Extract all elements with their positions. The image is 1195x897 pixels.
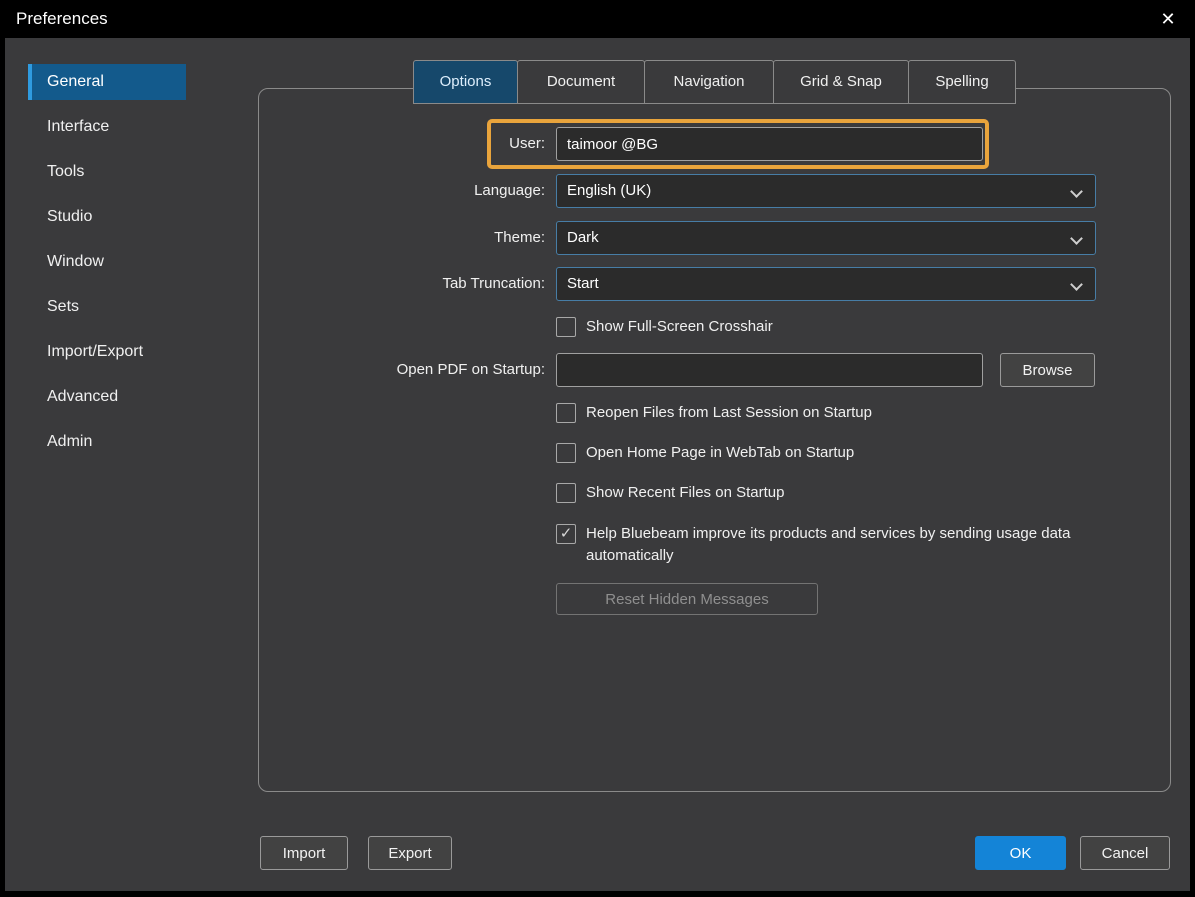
language-select[interactable]: English (UK) <box>556 174 1096 208</box>
sidebar-item-import-export[interactable]: Import/Export <box>28 334 186 370</box>
sidebar-item-general[interactable]: General <box>28 64 186 100</box>
preferences-dialog: Preferences ✕ General Interface Tools St… <box>0 0 1195 897</box>
tab-document[interactable]: Document <box>517 60 645 104</box>
theme-select[interactable]: Dark <box>556 221 1096 255</box>
import-button[interactable]: Import <box>260 836 348 870</box>
chevron-down-icon <box>1070 232 1083 245</box>
sidebar-item-admin[interactable]: Admin <box>28 424 186 460</box>
close-icon[interactable]: ✕ <box>1147 0 1189 38</box>
window-titlebar: Preferences ✕ <box>0 0 1195 38</box>
reset-hidden-messages-button[interactable]: Reset Hidden Messages <box>556 583 818 615</box>
open-home-checkbox[interactable] <box>556 443 576 463</box>
browse-button[interactable]: Browse <box>1000 353 1095 387</box>
window-title: Preferences <box>16 0 108 38</box>
usage-data-checkbox[interactable]: ✓ <box>556 524 576 544</box>
tab-truncation-label: Tab Truncation: <box>280 267 545 301</box>
tab-options[interactable]: Options <box>413 60 518 104</box>
sidebar-item-sets[interactable]: Sets <box>28 289 186 325</box>
sidebar-item-tools[interactable]: Tools <box>28 154 186 190</box>
show-recent-checkbox[interactable] <box>556 483 576 503</box>
tab-truncation-select-value: Start <box>567 275 599 292</box>
ok-button[interactable]: OK <box>975 836 1066 870</box>
reopen-files-label: Reopen Files from Last Session on Startu… <box>586 403 872 423</box>
chevron-down-icon <box>1070 185 1083 198</box>
usage-data-label: Help Bluebeam improve its products and s… <box>586 523 1096 567</box>
user-input[interactable] <box>556 127 983 161</box>
language-select-value: English (UK) <box>567 182 651 199</box>
show-crosshair-checkbox[interactable] <box>556 317 576 337</box>
tab-spelling[interactable]: Spelling <box>908 60 1016 104</box>
open-pdf-input[interactable] <box>556 353 983 387</box>
cancel-button[interactable]: Cancel <box>1080 836 1170 870</box>
sidebar-item-studio[interactable]: Studio <box>28 199 186 235</box>
open-pdf-label: Open PDF on Startup: <box>280 353 545 387</box>
theme-select-value: Dark <box>567 229 599 246</box>
reopen-files-checkbox[interactable] <box>556 403 576 423</box>
tab-grid-snap[interactable]: Grid & Snap <box>773 60 909 104</box>
show-crosshair-label: Show Full-Screen Crosshair <box>586 317 773 337</box>
tab-navigation[interactable]: Navigation <box>644 60 774 104</box>
export-button[interactable]: Export <box>368 836 452 870</box>
tab-truncation-select[interactable]: Start <box>556 267 1096 301</box>
open-home-label: Open Home Page in WebTab on Startup <box>586 443 854 463</box>
chevron-down-icon <box>1070 278 1083 291</box>
show-recent-label: Show Recent Files on Startup <box>586 483 784 503</box>
sidebar-item-window[interactable]: Window <box>28 244 186 280</box>
sidebar-item-interface[interactable]: Interface <box>28 109 186 145</box>
language-label: Language: <box>280 174 545 208</box>
user-label: User: <box>280 127 545 161</box>
sidebar-item-advanced[interactable]: Advanced <box>28 379 186 415</box>
theme-label: Theme: <box>280 221 545 255</box>
